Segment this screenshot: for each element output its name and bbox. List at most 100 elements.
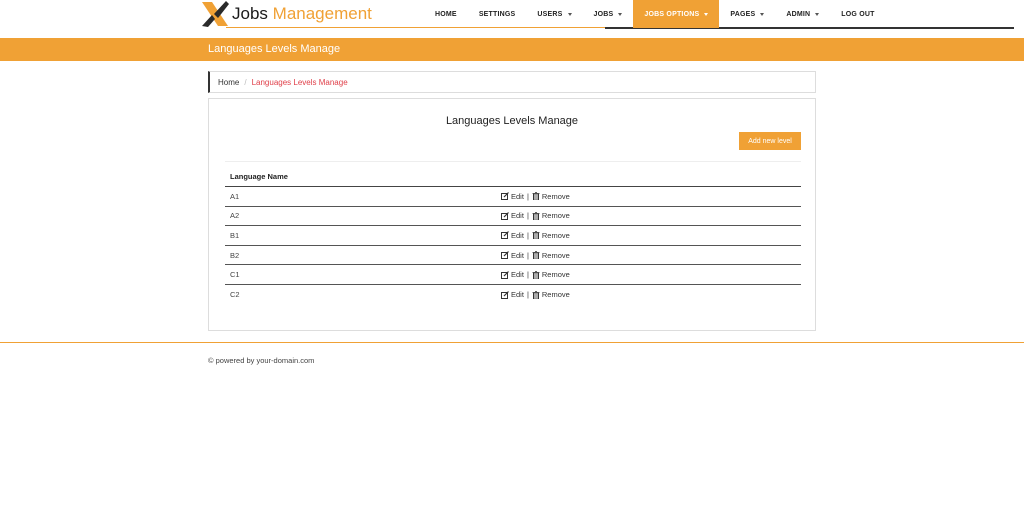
remove-label: Remove [541, 270, 570, 280]
levels-table: Language Name A1 Edit | Remove A2 Edit |… [225, 167, 801, 305]
language-level-name: B1 [230, 230, 240, 240]
table-row: B1 Edit | Remove [225, 226, 801, 246]
action-separator: | [526, 211, 529, 221]
caret-down-icon [760, 12, 765, 16]
edit-link[interactable]: Edit [501, 231, 524, 240]
trash-icon [532, 251, 540, 260]
top-header: Jobs Management HOME SETTINGS USERS JOBS… [0, 0, 1024, 30]
caret-down-icon [704, 12, 709, 16]
remove-link[interactable]: Remove [532, 270, 570, 280]
remove-label: Remove [541, 290, 570, 300]
remove-label: Remove [541, 211, 570, 221]
nav-admin[interactable]: ADMIN [775, 0, 830, 28]
nav-home-label: HOME [435, 10, 457, 18]
logo-text-management: Management [272, 4, 372, 23]
edit-label: Edit [511, 250, 524, 260]
nav-home[interactable]: HOME [424, 0, 468, 28]
trash-icon [532, 270, 540, 280]
nav-settings[interactable]: SETTINGS [468, 0, 527, 28]
row-actions: Edit | Remove [501, 270, 570, 280]
edit-icon [501, 192, 509, 201]
trash-icon [532, 231, 540, 240]
edit-label: Edit [511, 211, 524, 221]
language-level-name: C1 [230, 270, 240, 280]
edit-label: Edit [511, 191, 524, 201]
nav-pages-label: PAGES [730, 10, 756, 18]
panel-title: Languages Levels Manage [445, 115, 579, 127]
caret-down-icon [618, 12, 623, 16]
row-actions: Edit | Remove [501, 251, 570, 260]
breadcrumb-separator: / [244, 77, 247, 87]
edit-label: Edit [511, 290, 524, 300]
action-separator: | [526, 250, 529, 260]
language-level-name: C2 [230, 290, 240, 300]
nav-jobs-options-label: JOBS OPTIONS [644, 10, 700, 18]
nav-logout-label: LOG OUT [841, 10, 875, 18]
page-title: Languages Levels Manage [208, 43, 341, 55]
nav-jobs-options[interactable]: JOBS OPTIONS [633, 0, 720, 28]
logo-text: Jobs Management [232, 4, 372, 24]
language-level-name: A1 [230, 191, 240, 201]
caret-down-icon [815, 12, 820, 16]
language-level-name: A2 [230, 211, 240, 221]
remove-link[interactable]: Remove [532, 211, 570, 221]
nav-jobs[interactable]: JOBS [583, 0, 634, 28]
edit-icon [501, 290, 509, 299]
nav-settings-label: SETTINGS [478, 10, 516, 18]
action-separator: | [526, 230, 529, 240]
breadcrumb-current: Languages Levels Manage [251, 77, 348, 87]
remove-link[interactable]: Remove [532, 290, 570, 300]
edit-icon [501, 211, 509, 220]
action-separator: | [526, 270, 529, 280]
footer-divider [0, 342, 1024, 343]
logo-text-jobs: Jobs [232, 4, 268, 23]
row-actions: Edit | Remove [501, 211, 570, 221]
edit-link[interactable]: Edit [501, 192, 524, 201]
add-new-level-button[interactable]: Add new level [739, 132, 801, 150]
edit-link[interactable]: Edit [501, 251, 524, 260]
action-separator: | [526, 290, 529, 300]
edit-label: Edit [511, 270, 524, 280]
main-nav: HOME SETTINGS USERS JOBS JOBS OPTIONS PA… [424, 0, 886, 28]
remove-link[interactable]: Remove [532, 192, 570, 201]
table-row: A1 Edit | Remove [225, 187, 801, 207]
table-row: C1 Edit | Remove [225, 265, 801, 285]
logo[interactable]: Jobs Management [200, 0, 372, 28]
caret-down-icon [567, 12, 572, 16]
table-row: C2 Edit | Remove [225, 285, 801, 305]
nav-users-label: USERS [537, 10, 563, 18]
row-actions: Edit | Remove [501, 192, 570, 201]
nav-logout[interactable]: LOG OUT [830, 0, 885, 28]
page-title-band: Languages Levels Manage [0, 38, 1024, 61]
remove-label: Remove [541, 230, 570, 240]
table-row: A2 Edit | Remove [225, 207, 801, 227]
edit-icon [501, 231, 509, 240]
footer-text: © powered by your-domain.com [208, 356, 315, 365]
nav-users[interactable]: USERS [526, 0, 582, 28]
table-row: B2 Edit | Remove [225, 246, 801, 266]
breadcrumb: Home / Languages Levels Manage [208, 71, 816, 93]
nav-jobs-label: JOBS [593, 10, 614, 18]
breadcrumb-home[interactable]: Home [218, 78, 239, 87]
column-header-language-name: Language Name [230, 172, 288, 181]
edit-icon [501, 270, 509, 279]
remove-label: Remove [541, 250, 570, 260]
divider [225, 161, 801, 162]
nav-pages[interactable]: PAGES [719, 0, 775, 28]
content-panel: Languages Levels Manage Add new level La… [208, 98, 816, 331]
action-separator: | [526, 191, 529, 201]
edit-icon [501, 251, 509, 260]
edit-link[interactable]: Edit [501, 211, 524, 220]
row-actions: Edit | Remove [501, 231, 570, 240]
remove-link[interactable]: Remove [532, 251, 570, 260]
row-actions: Edit | Remove [501, 290, 570, 300]
remove-link[interactable]: Remove [532, 231, 570, 240]
trash-icon [532, 211, 540, 221]
trash-icon [532, 192, 540, 201]
table-header: Language Name [225, 167, 801, 187]
edit-label: Edit [511, 230, 524, 240]
logo-x-icon [200, 0, 230, 28]
edit-link[interactable]: Edit [501, 290, 524, 299]
edit-link[interactable]: Edit [501, 270, 524, 279]
trash-icon [532, 290, 540, 300]
